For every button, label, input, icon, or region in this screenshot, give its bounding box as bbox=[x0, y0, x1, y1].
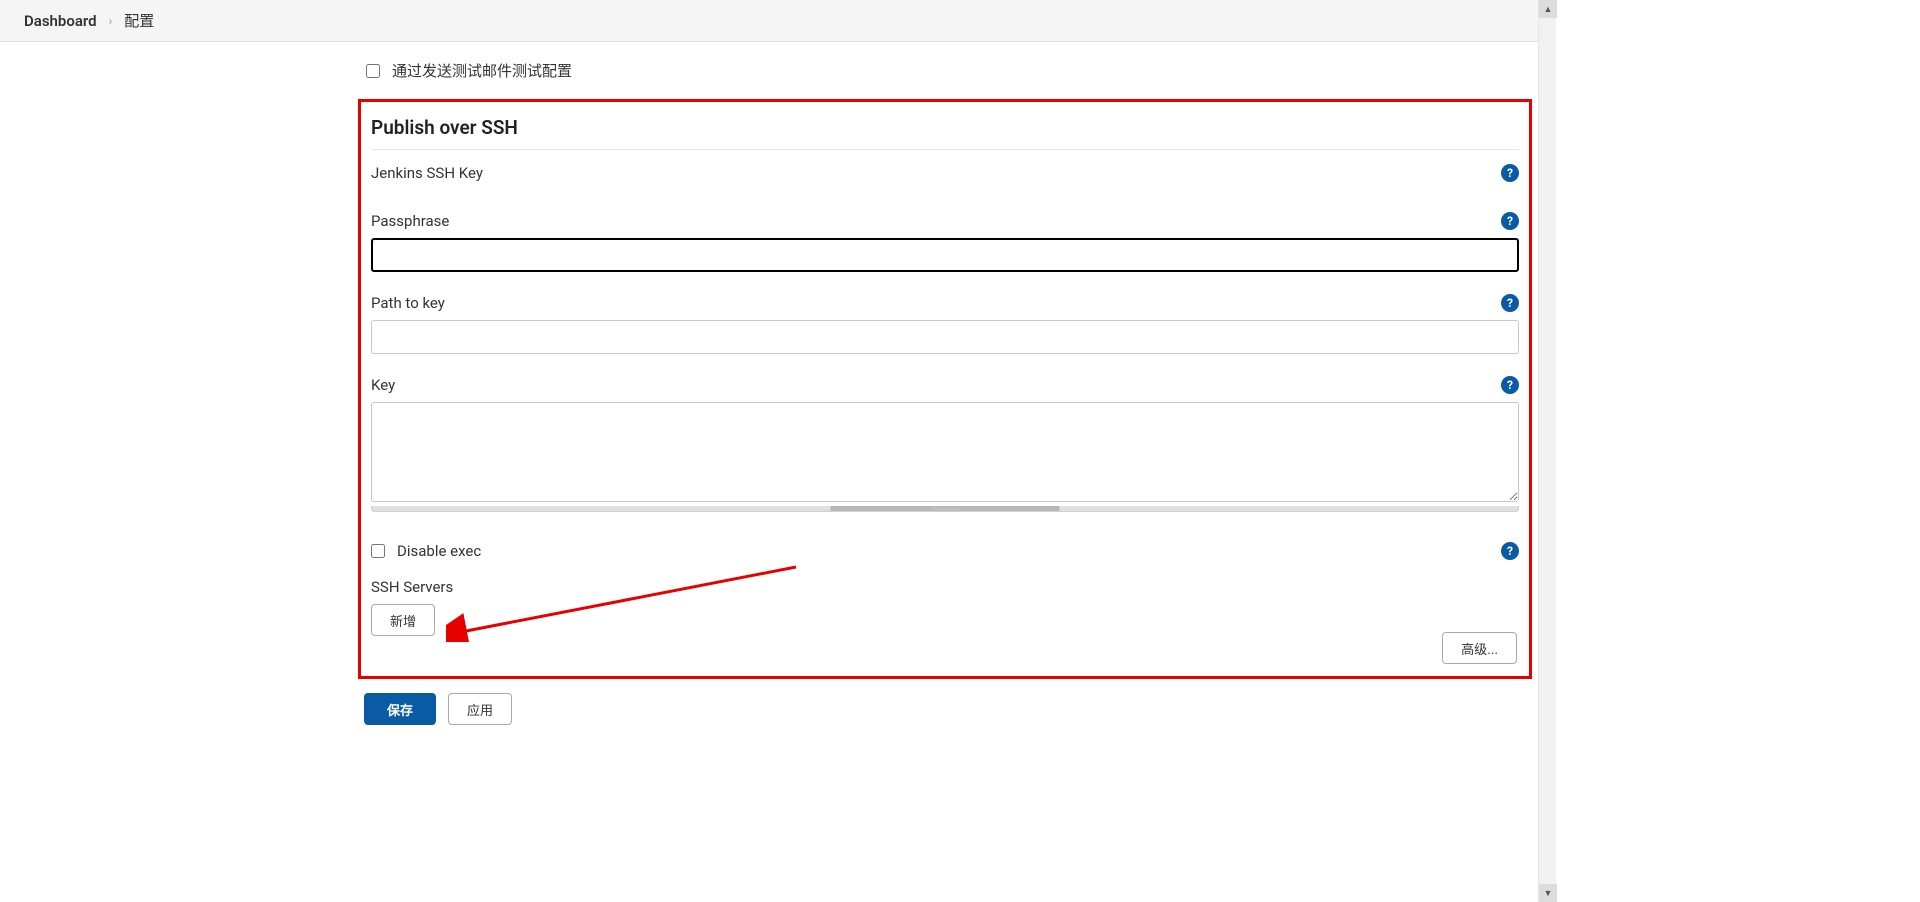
test-email-checkbox[interactable] bbox=[366, 64, 380, 78]
breadcrumb: Dashboard › 配置 bbox=[0, 0, 1556, 42]
help-icon[interactable]: ? bbox=[1501, 164, 1519, 182]
test-email-label: 通过发送测试邮件测试配置 bbox=[392, 60, 572, 81]
disable-exec-label: Disable exec bbox=[397, 542, 481, 560]
passphrase-input[interactable] bbox=[371, 238, 1519, 272]
key-textarea[interactable] bbox=[371, 402, 1519, 502]
disable-exec-checkbox[interactable] bbox=[371, 544, 385, 558]
path-to-key-label: Path to key bbox=[371, 294, 445, 312]
breadcrumb-dashboard-link[interactable]: Dashboard bbox=[24, 12, 97, 30]
chevron-right-icon: › bbox=[109, 14, 113, 28]
help-icon[interactable]: ? bbox=[1501, 376, 1519, 394]
help-icon[interactable]: ? bbox=[1501, 212, 1519, 230]
help-icon[interactable]: ? bbox=[1501, 542, 1519, 560]
path-to-key-input[interactable] bbox=[371, 320, 1519, 354]
scroll-down-icon[interactable]: ▼ bbox=[1539, 884, 1557, 902]
scroll-up-icon[interactable]: ▲ bbox=[1539, 0, 1557, 18]
test-email-row: 通过发送测试邮件测试配置 bbox=[358, 42, 1532, 99]
jenkins-ssh-key-label: Jenkins SSH Key bbox=[371, 164, 483, 182]
vertical-scrollbar[interactable]: ▲ ▼ bbox=[1538, 0, 1556, 902]
advanced-button[interactable]: 高级... bbox=[1442, 632, 1517, 664]
section-title: Publish over SSH bbox=[371, 110, 1519, 150]
save-button[interactable]: 保存 bbox=[364, 693, 436, 725]
publish-over-ssh-section: Publish over SSH Jenkins SSH Key ? Passp… bbox=[358, 99, 1532, 679]
resize-handle[interactable] bbox=[371, 506, 1519, 512]
help-icon[interactable]: ? bbox=[1501, 294, 1519, 312]
apply-button[interactable]: 应用 bbox=[448, 693, 512, 725]
ssh-servers-label: SSH Servers bbox=[371, 566, 1519, 604]
add-ssh-server-button[interactable]: 新增 bbox=[371, 604, 435, 636]
key-label: Key bbox=[371, 376, 395, 394]
breadcrumb-current: 配置 bbox=[124, 10, 154, 31]
passphrase-label: Passphrase bbox=[371, 212, 449, 230]
footer-bar: 保存 应用 bbox=[358, 693, 1532, 725]
